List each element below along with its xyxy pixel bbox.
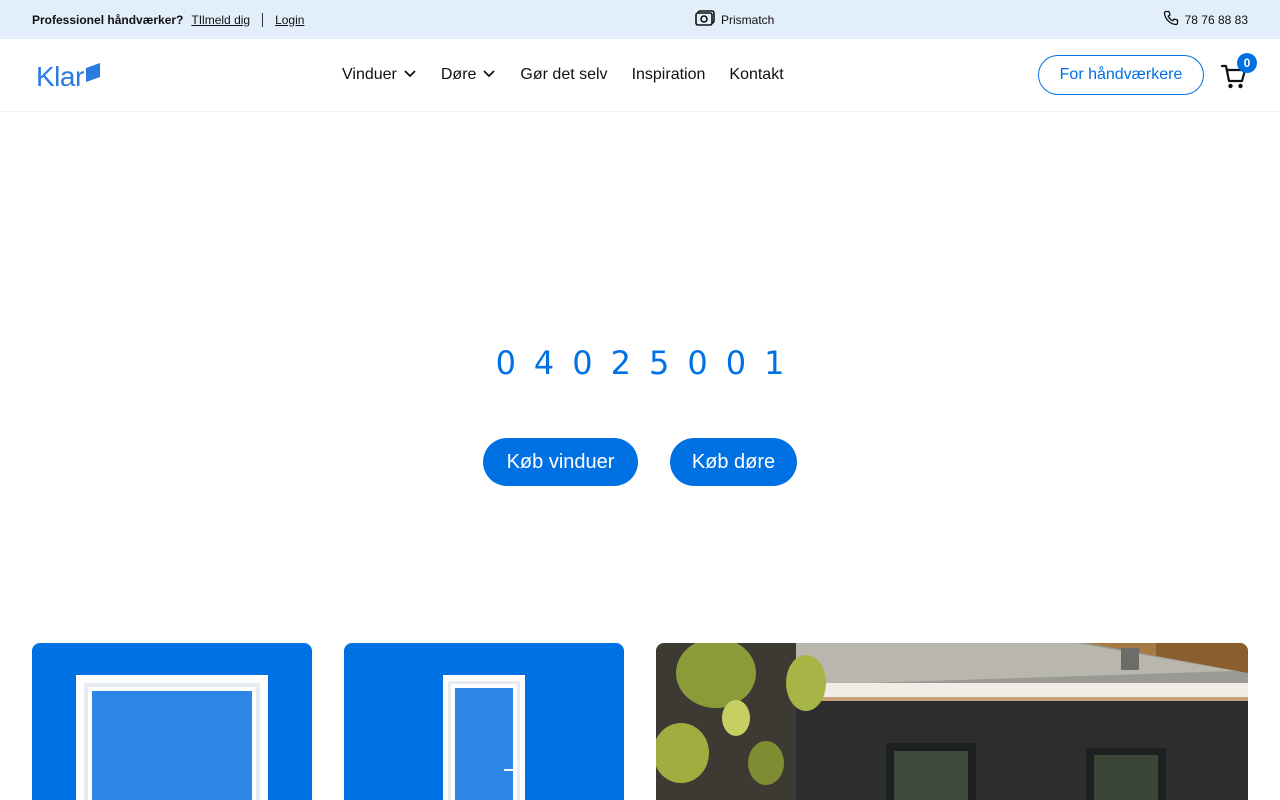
pricematch-label: Prismatch [721,12,775,27]
nav-item-diy[interactable]: Gør det selv [520,66,607,84]
divider [262,12,264,27]
window-category-card[interactable] [32,643,312,800]
chevron-down-icon [403,66,417,84]
phone-link[interactable]: 78 76 88 83 [1163,0,1248,39]
buy-windows-button[interactable]: Køb vinduer [483,438,638,486]
for-craftsmen-button[interactable]: For håndværkere [1038,55,1204,95]
nav-label: Kontakt [729,66,784,83]
nav-label: Inspiration [631,66,706,83]
nav-item-windows[interactable]: Vinduer [342,66,417,84]
pro-label: Professionel håndværker? [32,12,184,27]
top-bar: Professionel håndværker? TIlmeld dig Log… [0,0,1280,39]
login-link[interactable]: Login [275,13,304,27]
nav-item-contact[interactable]: Kontakt [729,66,783,84]
window-illustration [76,675,268,800]
house-photo-card[interactable] [656,643,1248,800]
logo-mark-icon [85,62,101,87]
chevron-down-icon [482,66,496,84]
door-illustration [443,675,525,800]
nav-label: Vinduer [342,66,397,83]
main-nav: Vinduer Døre Gør det selv Inspiration Ko… [342,39,784,111]
signup-link[interactable]: TIlmeld dig [191,13,250,27]
pro-notice: Professionel håndværker? TIlmeld dig Log… [32,0,304,39]
phone-number: 78 76 88 83 [1184,12,1248,27]
nav-item-doors[interactable]: Døre [441,66,497,84]
nav-item-inspiration[interactable]: Inspiration [632,66,706,84]
logo-text: Klar [36,61,84,92]
site-header: Klar Vinduer Døre Gør det selv Inspirati… [0,39,1280,112]
door-category-card[interactable] [344,643,624,800]
phone-icon [1163,10,1179,29]
hero-number: 04025001 [495,344,803,382]
house-photo [656,643,1248,800]
pricematch-link[interactable]: Prismatch [695,0,774,39]
logo[interactable]: Klar [36,61,101,91]
nav-label: Gør det selv [520,66,608,83]
nav-label: Døre [440,66,477,83]
cart-count-badge: 0 [1237,53,1257,73]
buy-doors-button[interactable]: Køb døre [670,438,797,486]
pricematch-icon [695,10,715,29]
